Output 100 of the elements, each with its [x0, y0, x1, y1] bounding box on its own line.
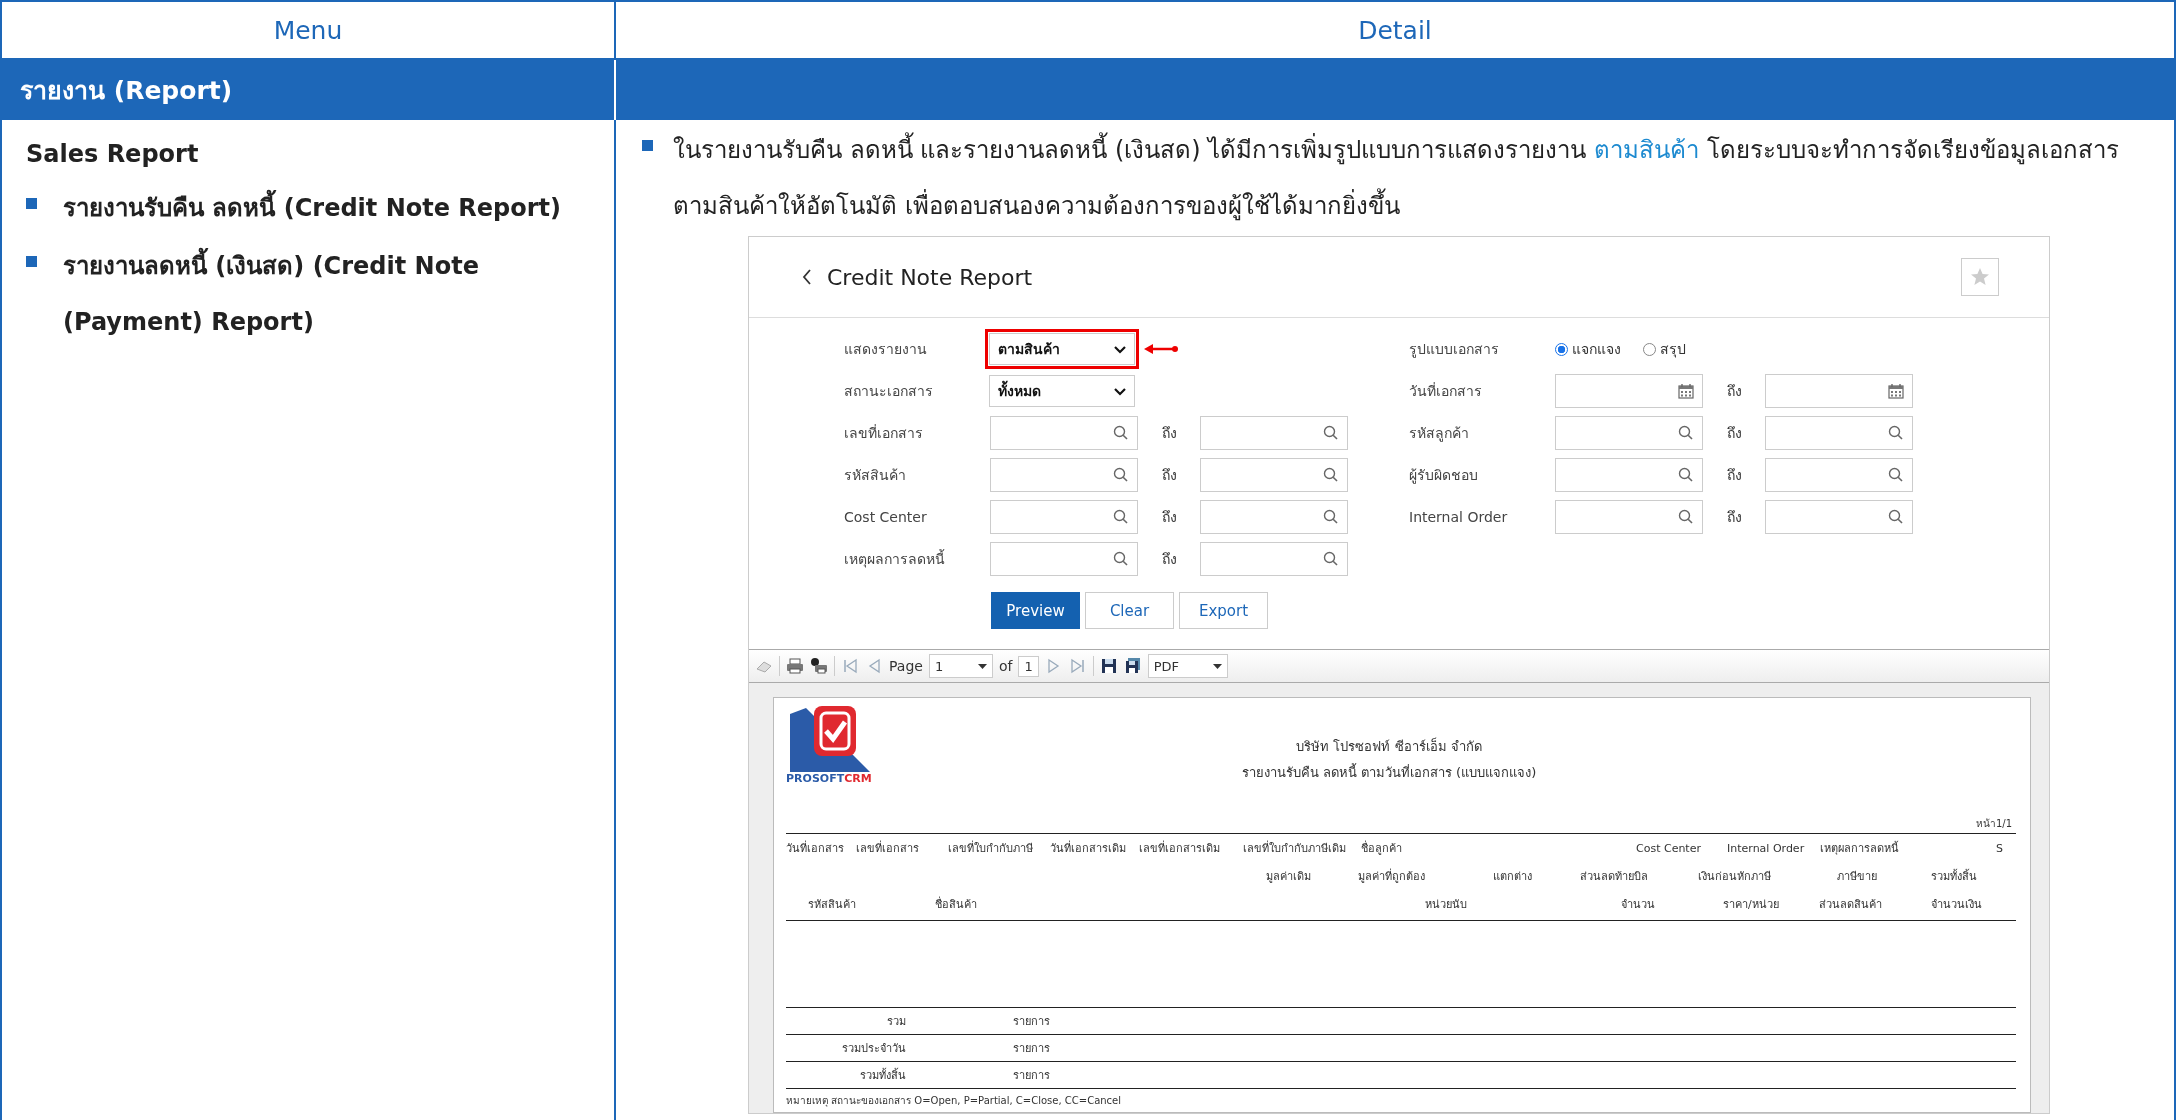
- radio-option[interactable]: สรุป: [1643, 338, 1686, 360]
- column-header: จำนวนเงิน: [1931, 897, 1983, 913]
- dropdown[interactable]: ตามสินค้า: [989, 333, 1135, 365]
- input-field[interactable]: [1555, 500, 1703, 534]
- search-icon[interactable]: [1323, 551, 1339, 567]
- range-label: ถึง: [1160, 550, 1178, 569]
- dropdown[interactable]: ทั้งหมด: [989, 375, 1135, 407]
- column-header: จำนวน: [1621, 897, 1656, 913]
- column-header: Cost Center: [1636, 841, 1702, 855]
- search-icon[interactable]: [1113, 509, 1129, 525]
- input-field[interactable]: [1765, 458, 1913, 492]
- field-label: สถานะเอกสาร: [844, 382, 934, 401]
- star-icon: [1970, 267, 1990, 287]
- star-button[interactable]: [1961, 258, 1999, 296]
- input-field[interactable]: [1765, 416, 1913, 450]
- section-header: รายงาน (Report): [2, 60, 614, 120]
- total-label: รวมทั้งสิ้น: [859, 1067, 906, 1084]
- column-header: S: [1996, 841, 2004, 855]
- input-field[interactable]: [1200, 542, 1348, 576]
- search-icon[interactable]: [1678, 509, 1694, 525]
- range-label: ถึง: [1725, 382, 1743, 401]
- print-page-icon[interactable]: [810, 657, 828, 675]
- bullet-icon: [642, 140, 653, 151]
- first-page-icon[interactable]: [841, 657, 859, 675]
- search-icon[interactable]: [1113, 425, 1129, 441]
- action-button[interactable]: Export: [1179, 592, 1268, 629]
- page-dropdown[interactable]: 1: [928, 654, 993, 678]
- bullet-icon: [26, 198, 37, 209]
- range-label: ถึง: [1725, 466, 1743, 485]
- column-header: ราคา/หน่วย: [1723, 897, 1780, 913]
- range-label: ถึง: [1160, 508, 1178, 527]
- format-dropdown[interactable]: PDF: [1147, 654, 1228, 678]
- column-header: เหตุผลการลดหนี้: [1820, 840, 1900, 857]
- callout-arrow: [1143, 343, 1179, 355]
- search-icon[interactable]: [1323, 467, 1339, 483]
- search-icon[interactable]: [1323, 425, 1339, 441]
- save-as-icon[interactable]: [1123, 657, 1142, 675]
- search-icon[interactable]: [1888, 509, 1904, 525]
- total-label: รวม: [886, 1014, 906, 1030]
- input-field[interactable]: [1555, 458, 1703, 492]
- caret-icon: [1114, 344, 1126, 354]
- input-field[interactable]: [1765, 500, 1913, 534]
- input-field[interactable]: [1765, 374, 1913, 408]
- column-header: ภาษีขาย: [1837, 869, 1878, 885]
- column-header: ชื่อสินค้า: [935, 895, 978, 913]
- field-label: วันที่เอกสาร: [1409, 381, 1483, 401]
- back-icon[interactable]: [801, 268, 813, 286]
- search-icon[interactable]: [1323, 509, 1339, 525]
- total-label: รวมประจำวัน: [841, 1041, 906, 1057]
- range-label: ถึง: [1160, 466, 1178, 485]
- column-header: ส่วนลดสินค้า: [1819, 897, 1883, 913]
- column-header: วันที่เอกสารเดิม: [1050, 839, 1127, 857]
- search-icon[interactable]: [1888, 425, 1904, 441]
- input-field[interactable]: [990, 500, 1138, 534]
- field-label: รูปแบบเอกสาร: [1409, 340, 1500, 360]
- search-icon[interactable]: [1113, 551, 1129, 567]
- of-label: of: [998, 658, 1013, 674]
- search-icon[interactable]: [1678, 425, 1694, 441]
- field-label: Cost Center: [844, 509, 928, 525]
- logo-text: PROSOFTCRM: [786, 772, 872, 785]
- input-field[interactable]: [990, 542, 1138, 576]
- range-label: ถึง: [1725, 424, 1743, 443]
- input-field[interactable]: [1555, 416, 1703, 450]
- printer-icon[interactable]: [786, 657, 804, 675]
- caret-icon: [977, 663, 987, 669]
- range-label: ถึง: [1160, 424, 1178, 443]
- field-label: ผู้รับผิดชอบ: [1409, 466, 1479, 486]
- column-header: ส่วนลดท้ายบิล: [1580, 869, 1649, 885]
- search-icon[interactable]: [1113, 467, 1129, 483]
- input-field[interactable]: [990, 458, 1138, 492]
- field-label: เหตุผลการลดหนี้: [844, 548, 946, 570]
- page-label: Page: [889, 658, 923, 674]
- column-header: เลขที่ใบกำกับภาษีเดิม: [1243, 839, 1347, 857]
- search-icon[interactable]: [1678, 467, 1694, 483]
- total-unit: รายการ: [1013, 1041, 1051, 1057]
- column-header: Menu: [2, 0, 614, 60]
- calendar-icon: [1888, 383, 1904, 399]
- action-button[interactable]: Clear: [1085, 592, 1174, 629]
- action-button[interactable]: Preview: [991, 592, 1080, 629]
- input-field[interactable]: [990, 416, 1138, 450]
- column-header: เลขที่ใบกำกับภาษี: [948, 839, 1034, 857]
- calendar-icon: [1678, 383, 1694, 399]
- radio-option[interactable]: แจกแจง: [1555, 338, 1621, 360]
- column-header: เลขที่เอกสารเดิม: [1139, 839, 1221, 857]
- input-field[interactable]: [1200, 458, 1348, 492]
- last-page-icon[interactable]: [1068, 657, 1087, 675]
- input-field[interactable]: [1555, 374, 1703, 408]
- input-field[interactable]: [1200, 500, 1348, 534]
- column-header: ชื่อลูกค้า: [1361, 839, 1403, 857]
- page-title: Credit Note Report: [827, 264, 1034, 290]
- save-icon[interactable]: [1099, 657, 1118, 675]
- field-label: รหัสลูกค้า: [1409, 424, 1470, 444]
- company-name: บริษัท โปรซอฟท์ ซีอาร์เอ็ม จำกัด: [1295, 736, 1483, 756]
- column-header: รวมทั้งสิ้น: [1931, 868, 1978, 885]
- total-unit: รายการ: [1013, 1068, 1051, 1084]
- input-field[interactable]: [1200, 416, 1348, 450]
- search-icon[interactable]: [1888, 467, 1904, 483]
- range-label: ถึง: [1725, 508, 1743, 527]
- column-header: มูลค่าที่ถูกต้อง: [1358, 867, 1426, 885]
- column-header: มูลค่าเดิม: [1266, 869, 1312, 885]
